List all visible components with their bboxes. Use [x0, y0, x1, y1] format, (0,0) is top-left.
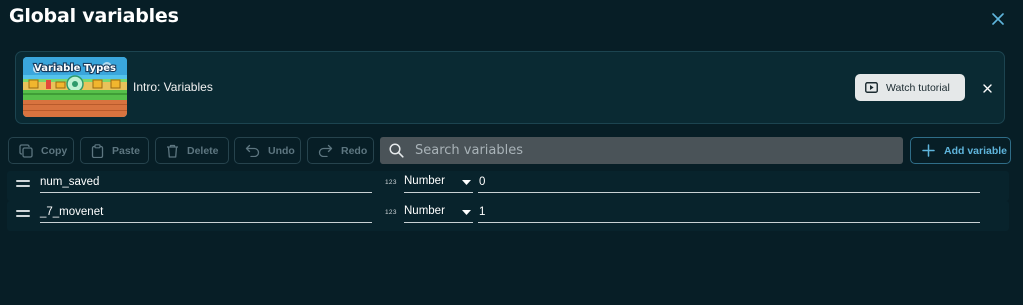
variable-type-select[interactable]: Number — [404, 174, 473, 193]
close-icon — [992, 13, 1004, 25]
chevron-down-icon — [462, 210, 471, 215]
variable-row: _7_movenet 123 Number 1 — [7, 201, 1009, 231]
variable-type-label: Number — [404, 175, 445, 187]
undo-button[interactable]: Undo — [234, 137, 301, 164]
undo-icon — [245, 144, 260, 157]
watch-tutorial-label: Watch tutorial — [886, 81, 950, 94]
drag-handle-icon[interactable] — [16, 180, 30, 188]
add-variable-label: Add variable — [944, 144, 1008, 157]
play-icon — [865, 82, 878, 93]
variable-type-label: Number — [404, 205, 445, 217]
tutorial-thumbnail[interactable]: Variable Types — [23, 57, 127, 117]
paste-icon — [91, 143, 104, 158]
number-type-icon: 123 — [385, 209, 397, 216]
close-icon — [982, 83, 992, 93]
tutorial-title: Intro: Variables — [133, 80, 213, 94]
search-input[interactable] — [415, 143, 903, 158]
variable-name-field[interactable]: num_saved — [40, 174, 372, 193]
chevron-down-icon — [462, 180, 471, 185]
variable-value-field[interactable]: 1 — [478, 204, 980, 223]
redo-button[interactable]: Redo — [307, 137, 374, 164]
dialog-title: Global variables — [9, 5, 179, 27]
search-icon — [389, 143, 404, 158]
copy-icon — [19, 143, 33, 158]
variable-value-field[interactable]: 0 — [478, 174, 980, 193]
number-type-icon: 123 — [385, 179, 397, 186]
paste-button[interactable]: Paste — [80, 137, 149, 164]
drag-handle-icon[interactable] — [16, 210, 30, 218]
watch-tutorial-button[interactable]: Watch tutorial — [855, 74, 965, 101]
copy-label: Copy — [41, 144, 68, 157]
trash-icon — [167, 144, 178, 158]
paste-label: Paste — [112, 144, 141, 157]
plus-icon — [922, 144, 935, 157]
add-variable-button[interactable]: Add variable — [910, 137, 1011, 164]
redo-label: Redo — [341, 144, 368, 157]
copy-button[interactable]: Copy — [8, 137, 74, 164]
search-box[interactable] — [380, 137, 903, 164]
variable-name-field[interactable]: _7_movenet — [40, 204, 372, 223]
tutorial-banner: Variable Types Intro: Variables Watch tu… — [15, 51, 1005, 124]
delete-button[interactable]: Delete — [155, 137, 229, 164]
thumbnail-title: Variable Types — [34, 63, 116, 74]
variable-row: num_saved 123 Number 0 — [7, 171, 1009, 201]
undo-label: Undo — [268, 144, 295, 157]
thumbnail-image: Variable Types — [23, 57, 127, 117]
close-banner-button[interactable] — [978, 79, 996, 97]
variable-type-select[interactable]: Number — [404, 204, 473, 223]
delete-label: Delete — [187, 144, 219, 157]
redo-icon — [318, 144, 333, 157]
close-dialog-button[interactable] — [988, 9, 1008, 29]
